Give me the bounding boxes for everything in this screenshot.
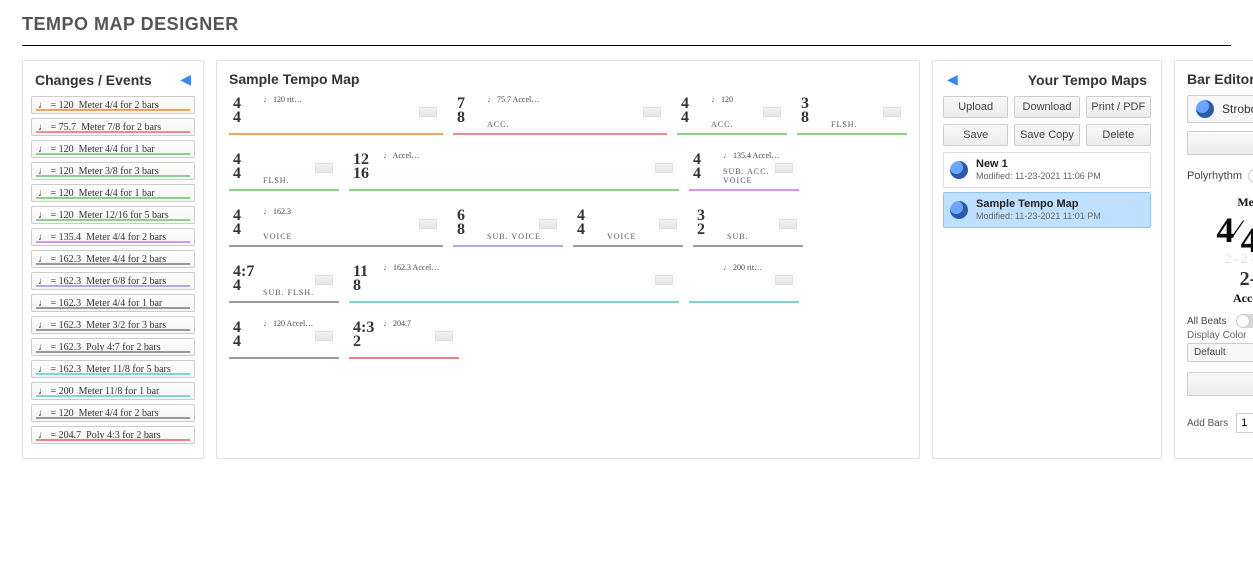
bar-cell[interactable]: 44♩ 120Acc. — [677, 93, 787, 135]
save-button[interactable]: Save — [943, 124, 1008, 146]
bar-cell[interactable]: 118♩ 162.3 Accel… — [349, 261, 679, 303]
change-row[interactable]: ♩ = 120 Meter 4/4 for 2 bars — [31, 96, 195, 114]
add-bars-spinner[interactable]: ▲▼ — [1236, 413, 1253, 433]
print-button[interactable]: Print / PDF — [1086, 96, 1151, 118]
accents-label: Accents — [1187, 291, 1253, 306]
bar-cell[interactable]: 78♩ 75.7 Accel…Acc. — [453, 93, 667, 135]
new-tempo-map-button[interactable]: New Tempo Map — [1187, 131, 1253, 155]
maps-panel-title: Your Tempo Maps — [1028, 72, 1147, 88]
meter-label: Meter — [1187, 195, 1253, 210]
display-color-select[interactable]: Default▾ — [1187, 343, 1253, 362]
changes-title: Changes / Events — [35, 72, 152, 88]
change-row[interactable]: ♩ = 162.3 Meter 4/4 for 1 bar — [31, 294, 195, 312]
all-beats-label: All Beats — [1187, 316, 1226, 327]
change-row[interactable]: ♩ = 162.3 Meter 3/2 for 3 bars — [31, 316, 195, 334]
bar-cell[interactable]: 1216♩ Accel… — [349, 149, 679, 191]
bar-editor-title: Bar Editor — [1187, 71, 1253, 87]
change-row[interactable]: ♩ = 162.3 Meter 6/8 for 2 bars — [31, 272, 195, 290]
bar-cell[interactable]: 4:32♩ 204.7 — [349, 317, 459, 359]
bar-cell[interactable]: 44♩ 120 Accel… — [229, 317, 339, 359]
tempo-map-item[interactable]: Sample Tempo MapModified: 11-23-2021 11:… — [943, 192, 1151, 228]
change-row[interactable]: ♩ = 120 Meter 4/4 for 2 bars — [31, 404, 195, 422]
map-item-icon — [950, 201, 968, 219]
update-button[interactable]: Update — [1187, 372, 1253, 396]
display-color-label: Display Color — [1187, 330, 1253, 341]
all-beats-toggle[interactable] — [1236, 314, 1253, 328]
download-button[interactable]: Download — [1014, 96, 1079, 118]
bar-cell[interactable]: 44♩ 135.4 Accel…Sub. Acc. Voice — [689, 149, 799, 191]
bar-editor-panel: Bar Editor StroboPLUS HDC ▾ New Tempo Ma… — [1174, 60, 1253, 459]
tempo-map-item[interactable]: New 1Modified: 11-23-2021 11:06 PM — [943, 152, 1151, 188]
save-copy-button[interactable]: Save Copy — [1014, 124, 1079, 146]
accents-ghost: 2-2-2-2 — [1187, 252, 1253, 268]
change-row[interactable]: ♩ = 200 Meter 11/8 for 1 bar — [31, 382, 195, 400]
changes-list: ♩ = 120 Meter 4/4 for 2 bars ♩ = 75.7 Met… — [31, 96, 195, 444]
title-divider — [22, 45, 1231, 46]
bar-cell[interactable]: 44♩ 120 rit… — [229, 93, 443, 135]
bar-cell[interactable]: 32Sub. — [693, 205, 803, 247]
polyrhythm-label: Polyrhythm — [1187, 170, 1242, 182]
bar-cell[interactable]: 44Voice — [573, 205, 683, 247]
meter-display[interactable]: 4⁄4 ♩= — [1187, 210, 1253, 252]
change-row[interactable]: ♩ = 120 Meter 3/8 for 3 bars — [31, 162, 195, 180]
change-row[interactable]: ♩ = 120 Meter 12/16 for 5 bars — [31, 206, 195, 224]
device-icon — [1196, 100, 1214, 118]
change-row[interactable]: ♩ = 204.7 Poly 4:3 for 2 bars — [31, 426, 195, 444]
tempo-map-canvas: Sample Tempo Map 44♩ 120 rit…78♩ 75.7 Ac… — [216, 60, 920, 459]
changes-panel: Changes / Events ◀ ♩ = 120 Meter 4/4 for… — [22, 60, 204, 459]
add-bars-input[interactable] — [1237, 414, 1253, 432]
device-name: StroboPLUS HDC — [1222, 102, 1253, 116]
bar-cell[interactable]: 44♩ 162.3Voice — [229, 205, 443, 247]
bar-cell[interactable]: 44Flsh. — [229, 149, 339, 191]
collapse-left-icon[interactable]: ◀ — [180, 71, 191, 88]
device-dropdown[interactable]: StroboPLUS HDC ▾ — [1187, 95, 1253, 123]
map-title: Sample Tempo Map — [229, 71, 907, 87]
accents-display[interactable]: 2-2 — [1187, 268, 1253, 291]
bar-cell[interactable]: ♩ 200 rit… — [689, 261, 799, 303]
map-item-icon — [950, 161, 968, 179]
bar-cell[interactable]: 68Sub. Voice — [453, 205, 563, 247]
change-row[interactable]: ♩ = 75.7 Meter 7/8 for 2 bars — [31, 118, 195, 136]
change-row[interactable]: ♩ = 120 Meter 4/4 for 1 bar — [31, 140, 195, 158]
change-row[interactable]: ♩ = 162.3 Meter 4/4 for 2 bars — [31, 250, 195, 268]
delete-map-button[interactable]: Delete — [1086, 124, 1151, 146]
add-bars-label: Add Bars — [1187, 418, 1228, 429]
tempo-maps-panel: ▶ Your Tempo Maps Upload Download Print … — [932, 60, 1162, 459]
change-row[interactable]: ♩ = 162.3 Meter 11/8 for 5 bars — [31, 360, 195, 378]
change-row[interactable]: ♩ = 162.3 Poly 4:7 for 2 bars — [31, 338, 195, 356]
bar-cell[interactable]: 4:74Sub. Flsh. — [229, 261, 339, 303]
page-title: TEMPO MAP DESIGNER — [0, 0, 1253, 45]
polyrhythm-toggle[interactable] — [1248, 169, 1253, 183]
change-row[interactable]: ♩ = 135.4 Meter 4/4 for 2 bars — [31, 228, 195, 246]
bar-cell[interactable]: 38Flsh. — [797, 93, 907, 135]
change-row[interactable]: ♩ = 120 Meter 4/4 for 1 bar — [31, 184, 195, 202]
collapse-right-icon[interactable]: ▶ — [947, 71, 958, 88]
upload-button[interactable]: Upload — [943, 96, 1008, 118]
